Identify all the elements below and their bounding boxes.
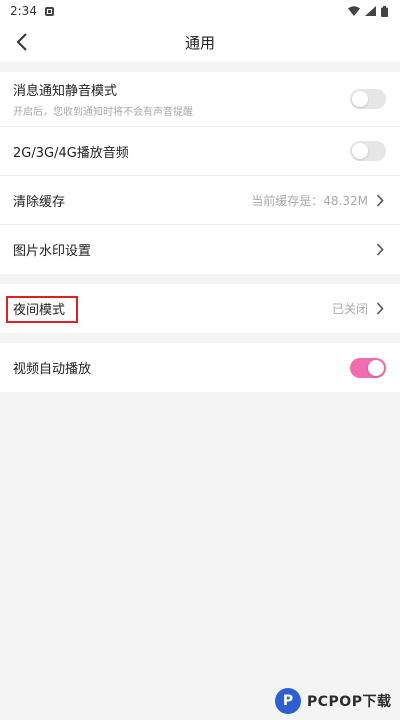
wifi-icon <box>348 6 360 16</box>
row-description: 开启后，您收到通知时将不会有声音提醒 <box>13 107 193 118</box>
chevron-right-icon <box>376 193 386 207</box>
row-clear-cache[interactable]: 清除缓存 当前缓存是：48.32M <box>0 176 400 225</box>
notification-icon <box>44 6 54 16</box>
settings-group-general: 消息通知静音模式 开启后，您收到通知时将不会有声音提醒 2G/3G/4G播放音频… <box>0 72 400 274</box>
row-video-autoplay: 视频自动播放 <box>0 343 400 392</box>
settings-group-night: 夜间模式 已关闭 <box>0 284 400 333</box>
row-mute-notifications: 消息通知静音模式 开启后，您收到通知时将不会有声音提醒 <box>0 72 400 127</box>
chevron-right-icon <box>376 243 386 257</box>
watermark-text: PCPOP下载 <box>307 694 392 710</box>
status-time: 2:34 <box>10 4 37 18</box>
header-bar: 通用 <box>0 22 400 62</box>
status-bar: 2:34 <box>0 0 400 22</box>
mute-notifications-toggle[interactable] <box>350 89 386 109</box>
chevron-left-icon <box>16 33 27 51</box>
page-title: 通用 <box>184 33 215 52</box>
row-label: 清除缓存 <box>13 194 66 210</box>
row-label: 夜间模式 <box>13 303 66 318</box>
signal-icon <box>365 6 376 16</box>
row-label: 2G/3G/4G播放音频 <box>13 145 129 161</box>
pcpop-logo-icon: P <box>275 688 301 714</box>
row-cellular-audio: 2G/3G/4G播放音频 <box>0 127 400 176</box>
video-autoplay-toggle[interactable] <box>350 357 386 378</box>
row-label: 消息通知静音模式 <box>13 84 118 99</box>
chevron-right-icon <box>376 302 386 316</box>
battery-icon <box>381 5 388 17</box>
back-button[interactable] <box>6 26 38 58</box>
row-label: 图片水印设置 <box>13 244 92 259</box>
cache-size-value: 当前缓存是：48.32M <box>251 193 368 208</box>
night-mode-status: 已关闭 <box>331 302 368 316</box>
row-label: 视频自动播放 <box>13 362 92 377</box>
site-watermark: P PCPOP下载 <box>275 688 391 714</box>
settings-group-video: 视频自动播放 <box>0 343 400 392</box>
row-night-mode[interactable]: 夜间模式 已关闭 <box>0 284 400 333</box>
cellular-audio-toggle[interactable] <box>350 141 386 161</box>
row-image-watermark[interactable]: 图片水印设置 <box>0 225 400 274</box>
